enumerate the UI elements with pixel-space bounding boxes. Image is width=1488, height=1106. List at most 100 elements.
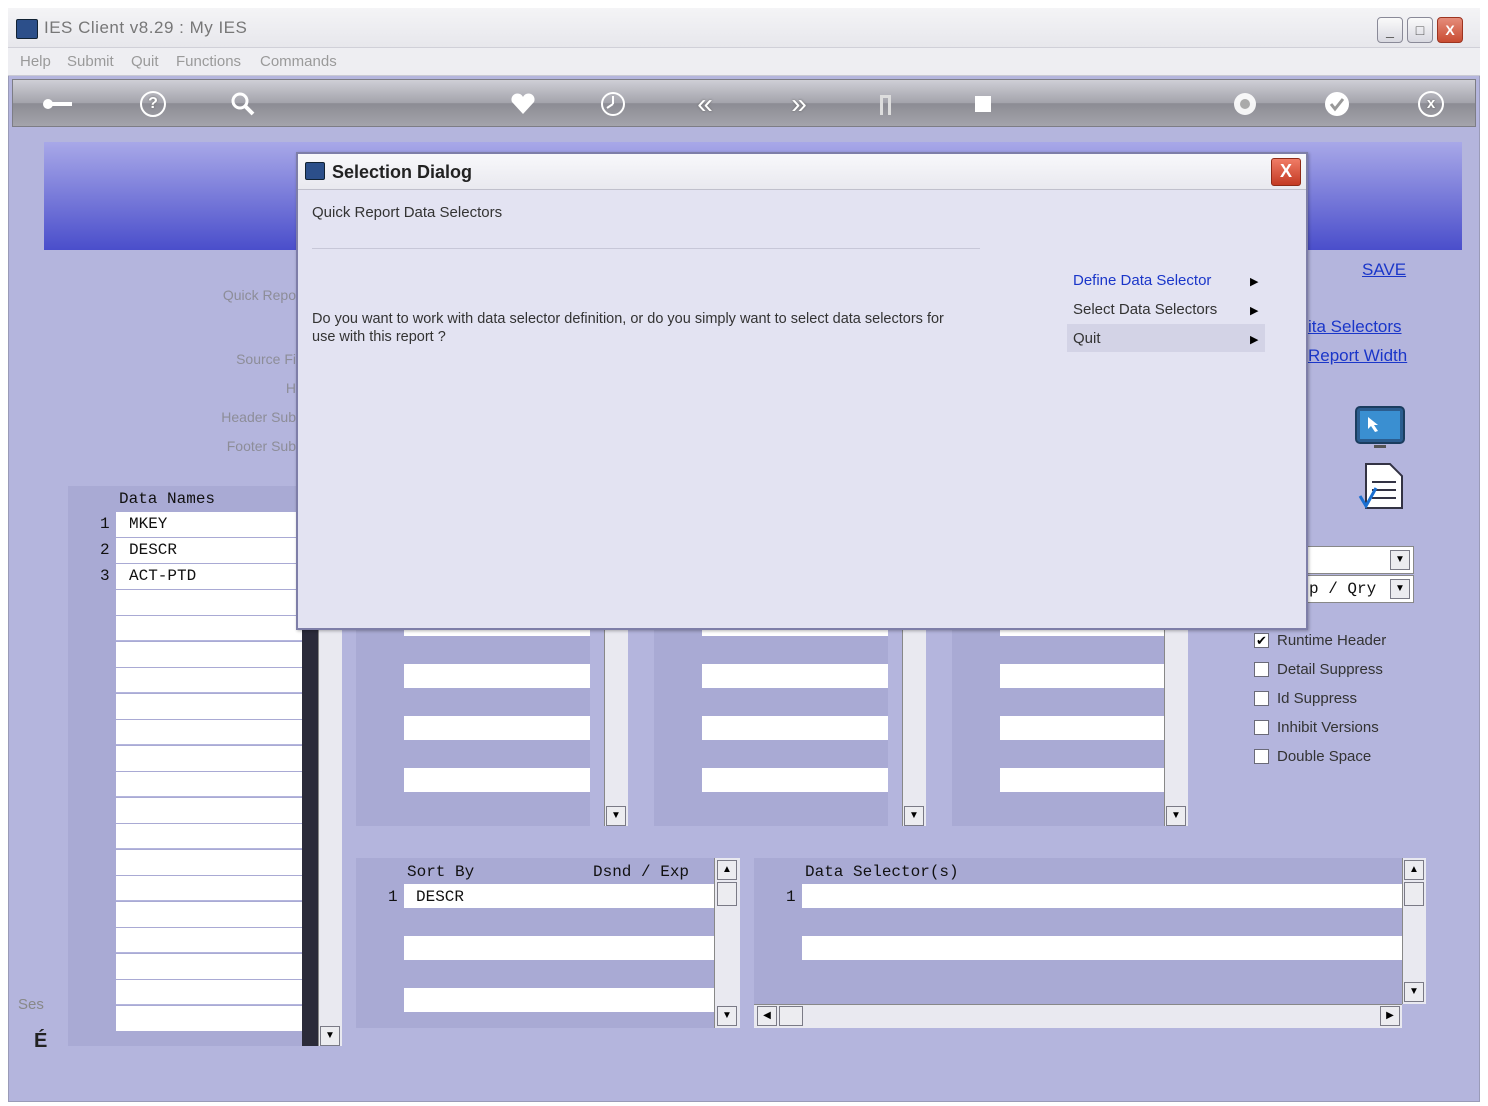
help-icon[interactable]: ? bbox=[140, 91, 166, 117]
dialog-option-2[interactable]: Select Data Selectors bbox=[1073, 301, 1217, 318]
menu-quit[interactable]: Quit bbox=[131, 53, 159, 70]
recycle-icon[interactable] bbox=[1230, 89, 1260, 119]
table-row[interactable] bbox=[116, 876, 302, 900]
key-icon[interactable] bbox=[40, 89, 72, 119]
tree-icon[interactable] bbox=[872, 89, 902, 119]
dropdown-1-arrow-icon[interactable]: ▼ bbox=[1390, 550, 1410, 570]
submenu-arrow-icon: ▶ bbox=[1250, 305, 1259, 317]
selector-scroll-down-icon[interactable]: ▼ bbox=[1404, 982, 1424, 1002]
save-link[interactable]: SAVE bbox=[1362, 260, 1406, 280]
dropdown-2-arrow-icon[interactable]: ▼ bbox=[1390, 579, 1410, 599]
status-fragment: Ses bbox=[18, 996, 44, 1013]
selector-hscroll-thumb[interactable] bbox=[779, 1006, 803, 1026]
selector-scroll-left-icon[interactable]: ◀ bbox=[757, 1006, 777, 1026]
table-row[interactable] bbox=[116, 746, 302, 771]
stop-icon[interactable] bbox=[968, 89, 998, 119]
selector-hscrollbar[interactable] bbox=[754, 1004, 1402, 1028]
data-selectors-link[interactable]: ita Selectors bbox=[1308, 317, 1402, 337]
sort-scroll-thumb[interactable] bbox=[717, 882, 737, 906]
table-row[interactable] bbox=[116, 642, 302, 667]
dialog-logo-icon bbox=[305, 162, 325, 180]
sort-by-cell[interactable]: DESCR bbox=[416, 888, 464, 906]
document-check-icon[interactable] bbox=[1358, 460, 1406, 512]
sort-scroll-up-icon[interactable]: ▲ bbox=[717, 860, 737, 880]
menu-submit[interactable]: Submit bbox=[67, 53, 114, 70]
app-title: IES Client v8.29 : My IES bbox=[44, 18, 248, 37]
data-selector-header: Data Selector(s) bbox=[805, 863, 959, 881]
forward-icon[interactable]: » bbox=[784, 89, 814, 119]
checkbox[interactable] bbox=[1254, 720, 1269, 735]
table-row[interactable] bbox=[404, 988, 714, 1012]
data-name-cell[interactable]: ACT-PTD bbox=[129, 567, 196, 585]
search-icon[interactable] bbox=[228, 89, 258, 119]
table-row[interactable] bbox=[1000, 716, 1164, 740]
close-icon[interactable]: x bbox=[1418, 91, 1444, 117]
sort-scroll-down-icon[interactable]: ▼ bbox=[717, 1006, 737, 1026]
row-number: 1 bbox=[100, 515, 110, 533]
monitor-icon[interactable] bbox=[1354, 405, 1406, 449]
table-row[interactable] bbox=[116, 798, 302, 823]
report-width-link[interactable]: Report Width bbox=[1308, 346, 1407, 366]
minimize-button[interactable]: _ bbox=[1377, 17, 1403, 43]
dialog-option-1[interactable]: Define Data Selector bbox=[1073, 272, 1211, 289]
data-name-cell[interactable]: MKEY bbox=[129, 515, 167, 533]
table-row[interactable] bbox=[702, 664, 888, 688]
table-row[interactable] bbox=[116, 694, 302, 719]
grid-2-scroll-down-icon[interactable]: ▼ bbox=[606, 806, 626, 826]
table-row[interactable] bbox=[116, 928, 302, 952]
dialog-option-3[interactable]: Quit bbox=[1073, 330, 1101, 347]
menu-commands[interactable]: Commands bbox=[260, 53, 337, 70]
row-number: 2 bbox=[100, 541, 110, 559]
checkbox[interactable]: ✔ bbox=[1254, 633, 1269, 648]
data-names-header: Data Names bbox=[119, 490, 216, 508]
grid-4-scroll-down-icon[interactable]: ▼ bbox=[1166, 806, 1186, 826]
selector-scroll-right-icon[interactable]: ▶ bbox=[1380, 1006, 1400, 1026]
table-row[interactable] bbox=[116, 824, 302, 848]
app-logo-icon bbox=[16, 19, 38, 39]
checkbox[interactable] bbox=[1254, 691, 1269, 706]
menu-functions[interactable]: Functions bbox=[176, 53, 241, 70]
grid-3-scrollbar[interactable] bbox=[902, 600, 926, 826]
clock-icon[interactable] bbox=[598, 89, 628, 119]
data-names-scrollbar[interactable] bbox=[318, 600, 342, 1046]
menu-help[interactable]: Help bbox=[20, 53, 51, 70]
table-row[interactable] bbox=[116, 980, 302, 1004]
table-row[interactable] bbox=[404, 664, 590, 688]
table-row[interactable] bbox=[702, 716, 888, 740]
checkbox[interactable] bbox=[1254, 662, 1269, 677]
table-row[interactable] bbox=[116, 772, 302, 796]
table-row[interactable] bbox=[802, 884, 1402, 908]
table-row[interactable] bbox=[116, 590, 302, 615]
table-row[interactable] bbox=[1000, 768, 1164, 792]
checkbox-label: Runtime Header bbox=[1277, 632, 1387, 649]
table-row[interactable] bbox=[116, 1006, 302, 1031]
table-row[interactable] bbox=[116, 720, 302, 744]
selector-scroll-thumb[interactable] bbox=[1404, 882, 1424, 906]
table-row[interactable] bbox=[802, 936, 1402, 960]
heart-icon[interactable] bbox=[508, 89, 538, 119]
checkbox[interactable] bbox=[1254, 749, 1269, 764]
window-close-button[interactable]: X bbox=[1437, 17, 1463, 43]
checkbox-label: Detail Suppress bbox=[1277, 661, 1383, 678]
check-icon[interactable] bbox=[1322, 89, 1352, 119]
dialog-question-line1: Do you want to work with data selector d… bbox=[312, 311, 944, 327]
table-row[interactable] bbox=[1000, 664, 1164, 688]
table-row[interactable] bbox=[404, 716, 590, 740]
grid-3-scroll-down-icon[interactable]: ▼ bbox=[904, 806, 924, 826]
data-name-cell[interactable]: DESCR bbox=[129, 541, 177, 559]
scroll-down-icon[interactable]: ▼ bbox=[320, 1026, 340, 1046]
table-row[interactable] bbox=[702, 768, 888, 792]
maximize-button[interactable]: □ bbox=[1407, 17, 1433, 43]
table-row[interactable] bbox=[116, 616, 302, 640]
table-row[interactable] bbox=[116, 954, 302, 979]
grid-2-scrollbar[interactable] bbox=[604, 600, 628, 826]
grid-4-scrollbar[interactable] bbox=[1164, 600, 1188, 826]
rewind-icon[interactable]: « bbox=[690, 89, 720, 119]
dialog-close-button[interactable]: X bbox=[1271, 158, 1301, 186]
selector-scroll-up-icon[interactable]: ▲ bbox=[1404, 860, 1424, 880]
table-row[interactable] bbox=[116, 668, 302, 692]
table-row[interactable] bbox=[116, 850, 302, 875]
table-row[interactable] bbox=[404, 936, 714, 960]
table-row[interactable] bbox=[116, 902, 302, 927]
table-row[interactable] bbox=[404, 768, 590, 792]
